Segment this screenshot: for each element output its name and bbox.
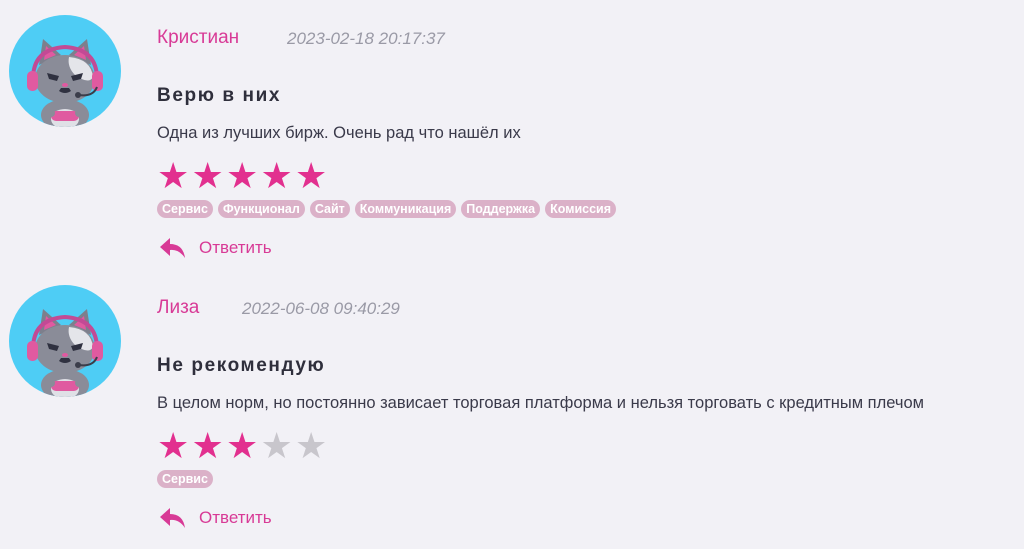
review-tags: Сервис <box>157 470 213 488</box>
star-filled-icon: ★ <box>191 425 224 466</box>
star-filled-icon: ★ <box>157 155 190 196</box>
tag-badge: Сервис <box>157 200 213 218</box>
reply-label[interactable]: Ответить <box>199 508 272 528</box>
reply-label[interactable]: Ответить <box>199 238 272 258</box>
star-filled-icon: ★ <box>191 155 224 196</box>
star-empty-icon: ★ <box>295 425 328 466</box>
tag-badge: Комиссия <box>545 200 617 218</box>
avatar <box>9 15 121 127</box>
author-name[interactable]: Кристиан <box>157 27 239 49</box>
tag-badge: Сайт <box>309 200 350 218</box>
review-date: 2023-02-18 20:17:37 <box>287 29 445 48</box>
review-item: Лиза 2022-06-08 09:40:29 Не рекомендую В… <box>0 270 1024 540</box>
review-text: Одна из лучших бирж. Очень рад что нашёл… <box>157 124 521 142</box>
rating-stars: ★ ★ ★ ★ ★ <box>157 428 329 464</box>
review-item: Кристиан 2023-02-18 20:17:37 Верю в них … <box>0 0 1024 270</box>
reply-arrow-icon <box>159 237 187 259</box>
gamer-cat-icon <box>9 285 121 397</box>
gamer-cat-icon <box>9 15 121 127</box>
star-filled-icon: ★ <box>226 155 259 196</box>
reply-arrow-icon <box>159 507 187 529</box>
star-filled-icon: ★ <box>260 155 293 196</box>
avatar <box>9 285 121 397</box>
tag-badge: Поддержка <box>461 200 541 218</box>
star-empty-icon: ★ <box>260 425 293 466</box>
star-filled-icon: ★ <box>226 425 259 466</box>
star-filled-icon: ★ <box>295 155 328 196</box>
reply-button[interactable]: Ответить <box>159 507 272 529</box>
tag-badge: Коммуникация <box>354 200 457 218</box>
star-filled-icon: ★ <box>157 425 190 466</box>
review-title: Не рекомендую <box>157 355 326 376</box>
review-tags: Сервис Функционал Сайт Коммуникация Поддержк… <box>157 200 617 218</box>
tag-badge: Сервис <box>157 470 213 488</box>
review-text: В целом норм, но постоянно зависает торг… <box>157 394 924 412</box>
review-title: Верю в них <box>157 85 282 106</box>
review-date: 2022-06-08 09:40:29 <box>242 299 400 318</box>
author-name[interactable]: Лиза <box>157 297 199 319</box>
rating-stars: ★ ★ ★ ★ ★ <box>157 158 329 194</box>
tag-badge: Функционал <box>217 200 305 218</box>
reply-button[interactable]: Ответить <box>159 237 272 259</box>
